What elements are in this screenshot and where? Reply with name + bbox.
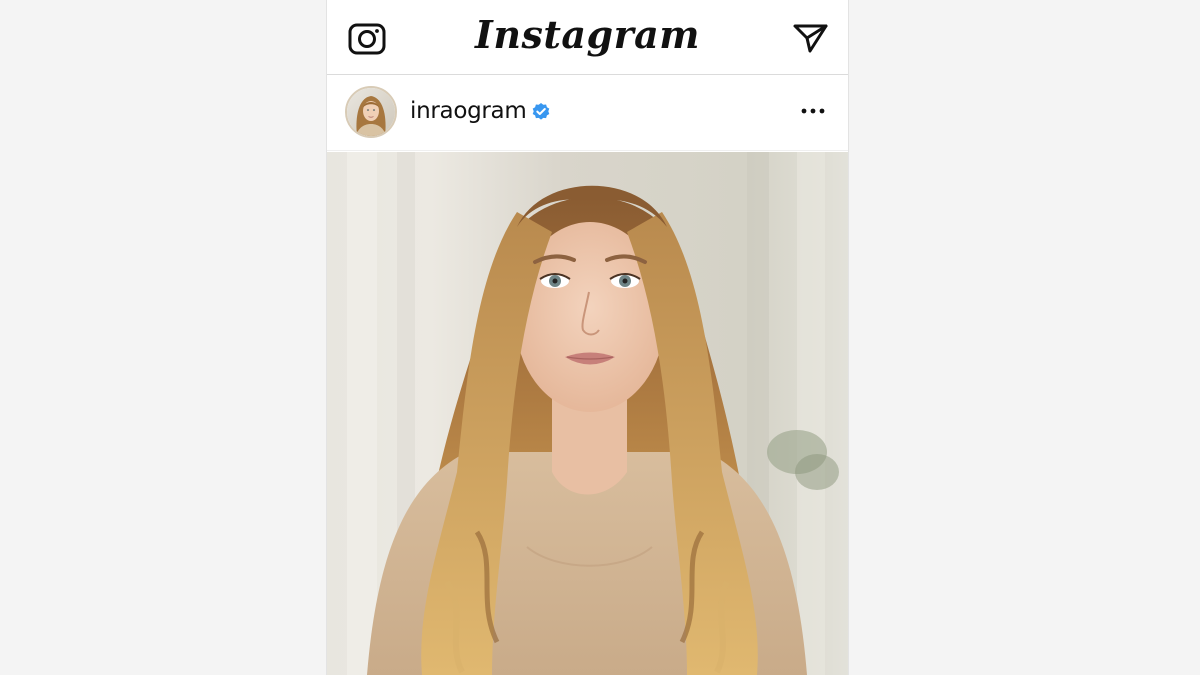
portrait-photo: [327, 152, 848, 675]
direct-message-button[interactable]: [792, 20, 830, 56]
instagram-logo: Instagram: [475, 12, 700, 57]
top-navigation-bar: Instagram: [327, 0, 848, 75]
post-header: inraogram: [327, 75, 848, 151]
avatar-image: [347, 88, 395, 136]
send-icon: [793, 24, 828, 53]
instagram-feed-panel: Instagram inraogram: [326, 0, 849, 675]
post-username[interactable]: inraogram: [410, 98, 527, 124]
post-photo[interactable]: [327, 152, 848, 675]
verified-badge-icon: [532, 103, 550, 120]
more-options-button[interactable]: [800, 101, 826, 121]
more-horizontal-icon: [801, 108, 825, 114]
avatar[interactable]: [345, 86, 397, 138]
